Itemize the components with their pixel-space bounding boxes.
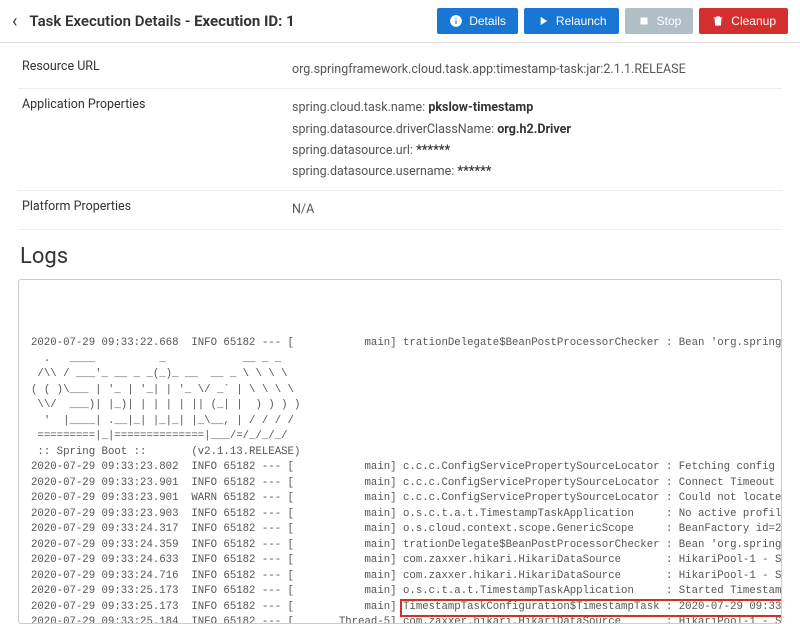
info-icon xyxy=(449,14,463,28)
log-line: :: Spring Boot :: (v2.1.13.RELEASE) xyxy=(31,445,769,461)
page-title: Task Execution Details - Execution ID: 1 xyxy=(29,12,294,30)
app-prop-line: spring.datasource.url: ****** xyxy=(292,140,778,161)
stop-button: Stop xyxy=(625,8,694,34)
title-prefix: Task Execution Details - xyxy=(29,12,194,30)
stop-icon xyxy=(637,14,651,28)
app-prop-line: spring.cloud.task.name: pkslow-timestamp xyxy=(292,97,778,118)
app-prop-line: spring.datasource.driverClassName: org.h… xyxy=(292,119,778,140)
content-area: Resource URL org.springframework.cloud.t… xyxy=(0,43,800,624)
logs-heading: Logs xyxy=(20,244,782,269)
log-line: 2020-07-29 09:33:23.901 WARN 65182 --- [… xyxy=(31,491,769,507)
logs-box[interactable]: 2020-07-29 09:33:22.668 INFO 65182 --- [… xyxy=(18,279,782,624)
row-platform-props: Platform Properties N/A xyxy=(18,191,782,229)
log-line: \\/ ___)| |_)| | | | | || (_| | ) ) ) ) xyxy=(31,398,769,414)
row-resource-url: Resource URL org.springframework.cloud.t… xyxy=(18,51,782,89)
back-chevron-icon[interactable]: ‹ xyxy=(12,11,23,32)
log-line: 2020-07-29 09:33:24.716 INFO 65182 --- [… xyxy=(31,569,769,585)
platform-props-value: N/A xyxy=(292,199,778,220)
platform-props-label: Platform Properties xyxy=(18,191,288,229)
log-line: 2020-07-29 09:33:23.802 INFO 65182 --- [… xyxy=(31,460,769,476)
app-props-values: spring.cloud.task.name: pkslow-timestamp… xyxy=(288,89,782,191)
log-line: . ____ _ __ _ _ xyxy=(31,352,769,368)
execution-id: Execution ID: 1 xyxy=(194,12,295,30)
log-line: 2020-07-29 09:33:23.903 INFO 65182 --- [… xyxy=(31,507,769,523)
log-line: 2020-07-29 09:33:25.173 INFO 65182 --- [… xyxy=(31,584,769,600)
app-prop-line: spring.datasource.username: ****** xyxy=(292,161,778,182)
resource-url-value: org.springframework.cloud.task.app:times… xyxy=(292,59,778,80)
log-line: =========|_|==============|___/=/_/_/_/ xyxy=(31,429,769,445)
log-line: 2020-07-29 09:33:24.317 INFO 65182 --- [… xyxy=(31,522,769,538)
relaunch-button[interactable]: Relaunch xyxy=(524,8,619,34)
play-icon xyxy=(536,14,550,28)
stop-label: Stop xyxy=(657,14,682,28)
trash-icon xyxy=(711,14,725,28)
page-header: ‹ Task Execution Details - Execution ID:… xyxy=(0,0,800,43)
cleanup-button[interactable]: Cleanup xyxy=(699,8,788,34)
log-line: 2020-07-29 09:33:25.184 INFO 65182 --- [… xyxy=(31,615,769,623)
relaunch-label: Relaunch xyxy=(556,14,607,28)
log-line: 2020-07-29 09:33:22.668 INFO 65182 --- [… xyxy=(31,336,769,352)
properties-table: Resource URL org.springframework.cloud.t… xyxy=(18,51,782,230)
row-app-props: Application Properties spring.cloud.task… xyxy=(18,89,782,191)
resource-url-label: Resource URL xyxy=(18,51,288,89)
log-line: 2020-07-29 09:33:24.633 INFO 65182 --- [… xyxy=(31,553,769,569)
log-line: /\\ / ___'_ __ _ _(_)_ __ __ _ \ \ \ \ xyxy=(31,367,769,383)
log-line: 2020-07-29 09:33:23.901 INFO 65182 --- [… xyxy=(31,476,769,492)
app-props-label: Application Properties xyxy=(18,89,288,191)
log-line: ' |____| .__|_| |_|_| |_\__, | / / / / xyxy=(31,414,769,430)
cleanup-label: Cleanup xyxy=(731,14,776,28)
log-line: ( ( )\___ | '_ | '_| | '_ \/ _` | \ \ \ … xyxy=(31,383,769,399)
details-label: Details xyxy=(469,14,506,28)
details-button[interactable]: Details xyxy=(437,8,518,34)
log-line: 2020-07-29 09:33:25.173 INFO 65182 --- [… xyxy=(31,600,769,616)
